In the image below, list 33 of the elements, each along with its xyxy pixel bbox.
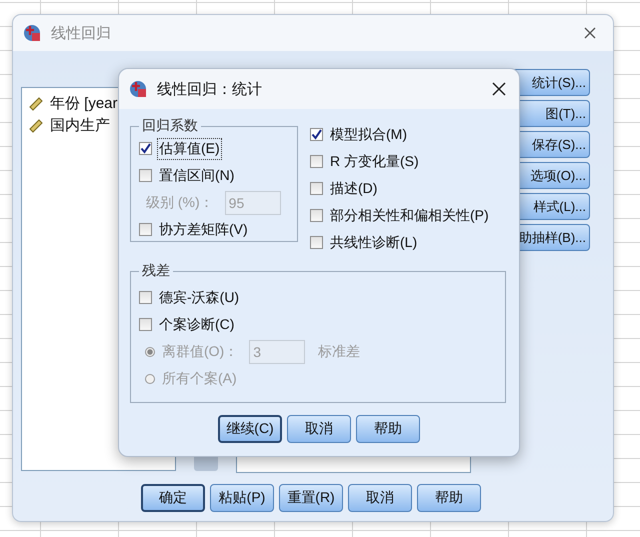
dialog-button[interactable]: 帮助	[417, 484, 481, 512]
dialog-button[interactable]: 重置(R)	[279, 484, 343, 512]
ruler-icon	[28, 95, 44, 111]
checkbox[interactable]	[310, 155, 323, 168]
checkbox[interactable]	[310, 128, 323, 141]
variable-item[interactable]: 年份 [year	[50, 94, 118, 112]
checkbox[interactable]	[310, 182, 323, 195]
checkbox[interactable]	[139, 142, 152, 155]
checkbox[interactable]	[310, 236, 323, 249]
checkbox[interactable]	[139, 291, 152, 304]
app-icon	[129, 80, 147, 98]
option-label: 描述(D)	[329, 178, 378, 198]
close-icon[interactable]	[491, 81, 507, 97]
option-label: R 方变化量(S)	[329, 152, 420, 171]
checkbox[interactable]	[139, 318, 152, 331]
checkbox[interactable]	[139, 169, 152, 182]
unit-label: 标准差	[317, 342, 362, 360]
dialog-button[interactable]: 确定	[141, 484, 205, 512]
checkbox[interactable]	[310, 209, 323, 222]
option-label: 共线性诊断(L)	[329, 232, 418, 252]
checkbox[interactable]	[139, 223, 152, 236]
dialog-button[interactable]: 继续(C)	[218, 415, 282, 443]
ruler-icon	[28, 117, 44, 133]
app-icon	[23, 24, 41, 42]
dialog-button[interactable]: 取消	[287, 415, 351, 443]
variable-item[interactable]: 国内生产	[50, 116, 110, 134]
dialog-button[interactable]: 粘贴(P)	[210, 484, 274, 512]
dialog-button[interactable]: 取消	[348, 484, 412, 512]
dialog-button[interactable]: 帮助	[356, 415, 420, 443]
option-label: 模型拟合(M)	[329, 124, 408, 144]
close-icon[interactable]	[583, 26, 597, 40]
group-title: 残差	[141, 262, 171, 280]
window-title: 线性回归	[51, 24, 112, 42]
